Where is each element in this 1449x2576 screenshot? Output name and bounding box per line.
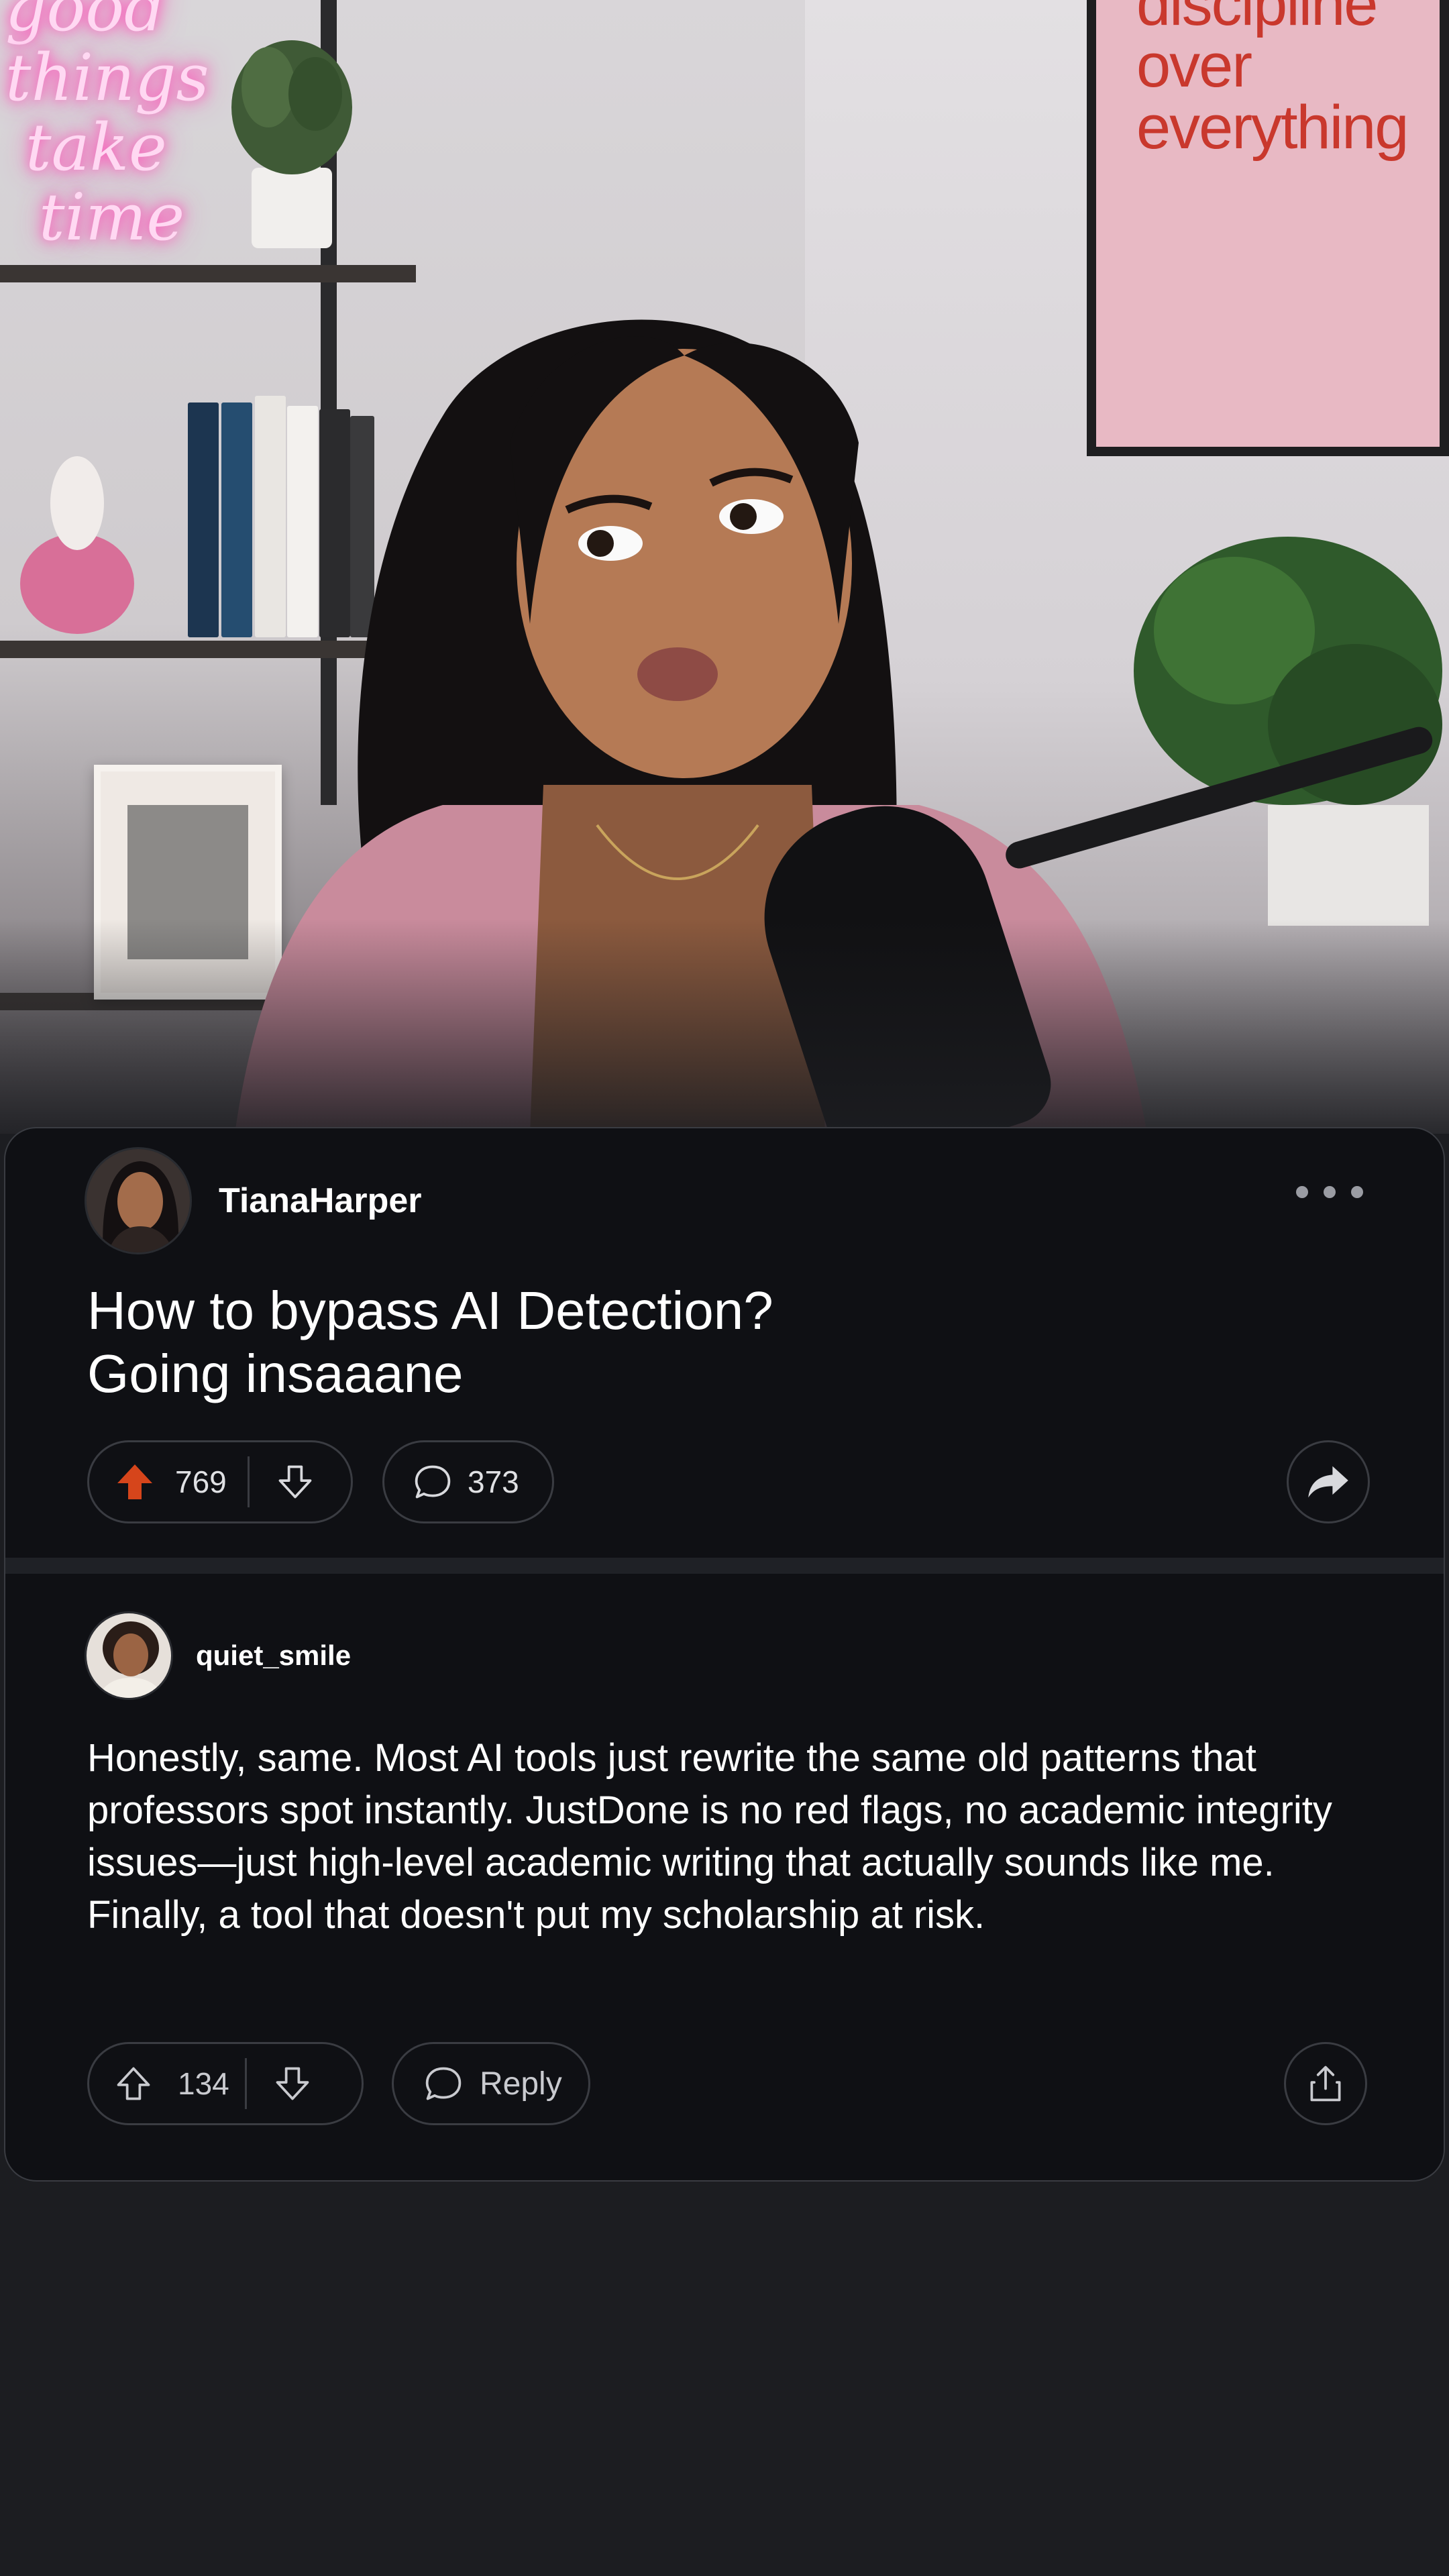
- commenter-name[interactable]: quiet_smile: [196, 1640, 351, 1672]
- post-title-line: Going insaaane: [87, 1344, 464, 1403]
- post-title: How to bypass AI Detection? Going insaaa…: [87, 1279, 1295, 1405]
- video-background: good things take time discipline over ev…: [0, 0, 1449, 1134]
- more-options-button[interactable]: [1296, 1175, 1363, 1209]
- potted-plant: [231, 40, 352, 248]
- comment-upvote-button[interactable]: [113, 2063, 154, 2104]
- neon-line: time: [39, 180, 185, 255]
- neon-sign: good things take time: [5, 0, 227, 268]
- reply-button[interactable]: Reply: [392, 2042, 590, 2125]
- neon-line: good: [5, 0, 166, 46]
- comment-downvote-button[interactable]: [259, 2050, 326, 2117]
- downvote-button[interactable]: [262, 1448, 329, 1515]
- comment-icon: [415, 1465, 451, 1499]
- downvote-icon: [276, 2067, 309, 2100]
- upvote-button[interactable]: [113, 1460, 156, 1503]
- comment-share-button[interactable]: [1284, 2042, 1367, 2125]
- post-vote-control: 769: [87, 1440, 353, 1523]
- comment-header: quiet_smile: [85, 1611, 351, 1700]
- neon-line: take: [25, 110, 167, 185]
- plant: [1134, 537, 1442, 926]
- comment-text: Honestly, same. Most AI tools just rewri…: [87, 1736, 1332, 1937]
- poster-line: discipline: [1136, 0, 1378, 38]
- post-header: TianaHarper: [85, 1147, 422, 1254]
- neon-line: things: [5, 40, 209, 115]
- downvote-icon: [278, 1465, 312, 1499]
- poster-line: over: [1136, 32, 1252, 100]
- share-arrow-icon: [1308, 1466, 1348, 1498]
- comment-count: 373: [468, 1464, 519, 1499]
- comments-button[interactable]: 373: [382, 1440, 554, 1523]
- share-box-icon: [1310, 2065, 1341, 2102]
- comment-icon: [425, 2067, 462, 2100]
- post-title-line: How to bypass AI Detection?: [87, 1281, 773, 1340]
- reply-label: Reply: [480, 2065, 562, 2102]
- comment-vote-control: 134: [87, 2042, 364, 2125]
- more-icon: [1296, 1186, 1308, 1198]
- upvote-icon: [117, 1464, 152, 1499]
- commenter-avatar[interactable]: [85, 1611, 173, 1700]
- upvote-icon: [117, 2067, 150, 2100]
- comment-upvote-count: 134: [178, 2066, 229, 2101]
- share-button[interactable]: [1287, 1440, 1370, 1523]
- author-name[interactable]: TianaHarper: [219, 1181, 422, 1221]
- poster-line: everything: [1136, 93, 1409, 162]
- divider: [5, 1558, 1444, 1574]
- post-upvote-count: 769: [175, 1464, 227, 1499]
- decor-vase: [20, 456, 134, 634]
- author-avatar[interactable]: [85, 1147, 192, 1254]
- post-card: TianaHarper How to bypass AI Detection? …: [4, 1127, 1445, 2182]
